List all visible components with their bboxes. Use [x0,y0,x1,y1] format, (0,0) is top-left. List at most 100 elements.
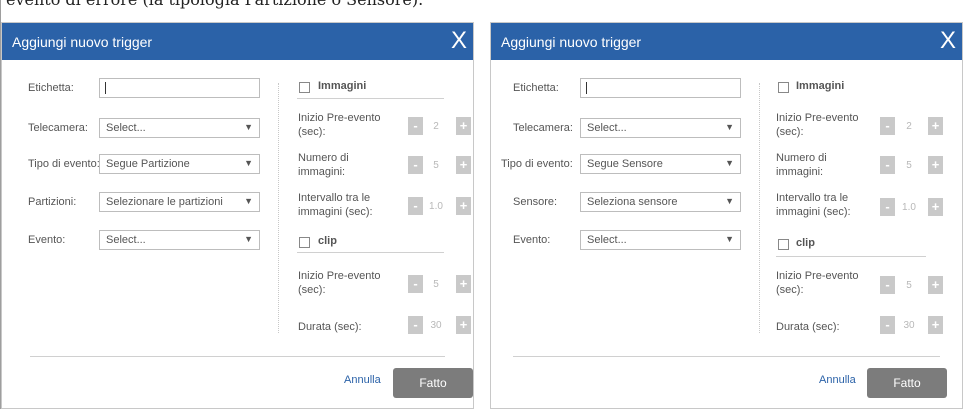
immagini-checkbox[interactable] [299,82,310,93]
column-divider [759,83,760,333]
sensore-select[interactable]: Seleziona sensore ▼ [580,192,741,212]
evento-value: Select... [587,234,627,246]
clip-pre-increment-button[interactable]: + [928,276,943,294]
clip-checkbox[interactable] [299,237,310,248]
evento-value: Select... [106,234,146,246]
add-trigger-dialog-partizione: Aggiungi nuovo trigger X Etichetta: Tele… [1,22,474,409]
dropdown-arrow-icon: ▼ [244,122,253,132]
close-icon[interactable]: X [451,26,467,56]
partizioni-value: Selezionare le partizioni [106,196,223,208]
footer-divider [513,356,940,357]
cancel-button[interactable]: Annulla [819,374,856,386]
clip-pre-increment-button[interactable]: + [456,275,471,293]
intervallo-value[interactable]: 1.0 [894,202,924,213]
numero-label-1: Numero di [776,152,827,164]
label-tipo-evento: Tipo di evento: [501,158,573,170]
label-etichetta: Etichetta: [28,82,74,94]
etichetta-input[interactable] [99,78,260,98]
numero-value[interactable]: 5 [894,160,924,171]
dialog-title: Aggiungi nuovo trigger [12,34,153,50]
immagini-pre-label-2: (sec): [298,126,326,138]
text-cursor [586,82,587,94]
immagini-label: Immagini [318,80,367,92]
partizioni-select[interactable]: Selezionare le partizioni ▼ [99,192,260,212]
intervallo-label-2: immagini (sec): [298,206,373,218]
label-evento: Evento: [513,234,551,246]
intervallo-increment-button[interactable]: + [928,198,943,216]
clip-label: clip [796,237,815,249]
add-trigger-dialog-sensore: Aggiungi nuovo trigger X Etichetta: Tele… [490,22,963,409]
durata-increment-button[interactable]: + [928,316,943,334]
tipo-evento-value: Segue Partizione [106,158,190,170]
label-partizioni: Partizioni: [28,196,77,208]
dropdown-arrow-icon: ▼ [725,122,734,132]
telecamera-value: Select... [106,122,146,134]
immagini-pre-label-2: (sec): [776,126,804,138]
clip-checkbox[interactable] [778,239,789,250]
numero-label-1: Numero di [298,152,349,164]
durata-label: Durata (sec): [776,321,840,333]
durata-decrement-button[interactable]: - [880,316,895,334]
clip-pre-value[interactable]: 5 [421,279,451,290]
text-cursor [105,82,106,94]
numero-decrement-button[interactable]: - [880,156,895,174]
close-icon[interactable]: X [940,26,956,56]
clip-pre-label-2: (sec): [776,284,804,296]
intervallo-label-2: immagini (sec): [776,206,851,218]
durata-value[interactable]: 30 [421,320,451,331]
durata-label: Durata (sec): [298,321,362,333]
telecamera-select[interactable]: Select... ▼ [580,118,741,138]
immagini-pre-label-1: Inizio Pre-evento [298,112,381,124]
cancel-button[interactable]: Annulla [344,374,381,386]
intervallo-decrement-button[interactable]: - [880,198,895,216]
durata-value[interactable]: 30 [894,320,924,331]
label-telecamera: Telecamera: [28,122,88,134]
label-evento: Evento: [28,234,66,246]
tipo-evento-select[interactable]: Segue Sensore ▼ [580,154,741,174]
label-sensore: Sensore: [513,196,558,208]
clip-pre-label-1: Inizio Pre-evento [298,270,381,282]
numero-increment-button[interactable]: + [928,156,943,174]
label-etichetta: Etichetta: [513,82,559,94]
immagini-pre-label-1: Inizio Pre-evento [776,112,859,124]
clip-pre-decrement-button[interactable]: - [880,276,895,294]
immagini-label: Immagini [796,80,845,92]
durata-increment-button[interactable]: + [456,316,471,334]
done-button[interactable]: Fatto [867,368,947,398]
dropdown-arrow-icon: ▼ [725,158,734,168]
immagini-pre-decrement-button[interactable]: - [880,117,895,135]
immagini-checkbox[interactable] [778,82,789,93]
done-button[interactable]: Fatto [393,368,473,398]
numero-increment-button[interactable]: + [456,156,471,174]
dropdown-arrow-icon: ▼ [725,196,734,206]
etichetta-input[interactable] [580,78,741,98]
clip-separator [776,256,926,257]
immagini-pre-increment-button[interactable]: + [456,117,471,135]
immagini-separator [297,98,444,99]
dropdown-arrow-icon: ▼ [244,234,253,244]
telecamera-select[interactable]: Select... ▼ [99,118,260,138]
footer-divider [30,356,445,357]
clip-pre-label-1: Inizio Pre-evento [776,270,859,282]
dialog-header: Aggiungi nuovo trigger X [2,23,473,60]
tipo-evento-select[interactable]: Segue Partizione ▼ [99,154,260,174]
immagini-pre-value[interactable]: 2 [894,121,924,132]
evento-select[interactable]: Select... ▼ [580,230,741,250]
intervallo-value[interactable]: 1.0 [421,201,451,212]
column-divider [278,83,279,333]
clip-pre-label-2: (sec): [298,284,326,296]
numero-value[interactable]: 5 [421,160,451,171]
page-caption: evento di errore (la tipologia Partizion… [6,0,423,9]
clip-pre-value[interactable]: 5 [894,280,924,291]
label-telecamera: Telecamera: [513,122,573,134]
dropdown-arrow-icon: ▼ [725,234,734,244]
intervallo-increment-button[interactable]: + [456,197,471,215]
immagini-pre-increment-button[interactable]: + [928,117,943,135]
evento-select[interactable]: Select... ▼ [99,230,260,250]
tipo-evento-value: Segue Sensore [587,158,663,170]
dropdown-arrow-icon: ▼ [244,196,253,206]
dropdown-arrow-icon: ▼ [244,158,253,168]
intervallo-label-1: Intervallo tra le [776,192,849,204]
label-tipo-evento: Tipo di evento: [28,158,100,170]
immagini-pre-value[interactable]: 2 [421,121,451,132]
